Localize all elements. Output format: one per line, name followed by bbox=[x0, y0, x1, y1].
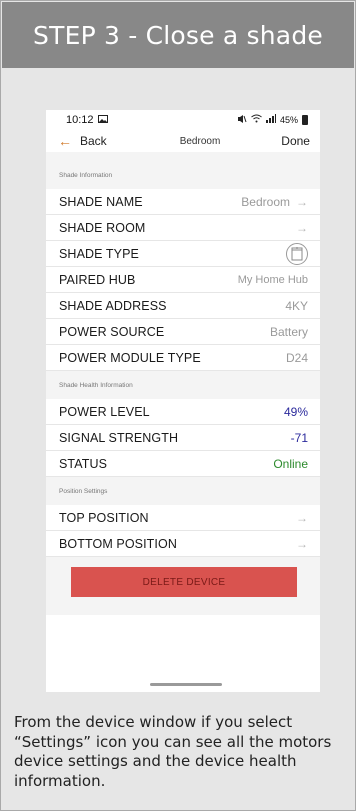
signal-icon bbox=[265, 114, 276, 126]
row-paired-hub: PAIRED HUB My Home Hub bbox=[46, 267, 320, 293]
section-shade-information: Shade Information bbox=[46, 161, 320, 189]
shade-type-icon[interactable] bbox=[286, 242, 308, 265]
arrow-right-icon: → bbox=[296, 194, 308, 209]
row-power-level: POWER LEVEL 49% bbox=[46, 399, 320, 425]
back-label: Back bbox=[80, 134, 107, 148]
row-shade-address: SHADE ADDRESS 4KY bbox=[46, 293, 320, 319]
row-value: -71 bbox=[290, 430, 308, 445]
mute-icon bbox=[237, 114, 247, 127]
row-bottom-position[interactable]: BOTTOM POSITION → bbox=[46, 531, 320, 557]
status-time: 10:12 bbox=[66, 114, 94, 126]
row-value: Bedroom bbox=[241, 194, 290, 209]
row-label: SIGNAL STRENGTH bbox=[59, 430, 179, 445]
row-label: POWER SOURCE bbox=[59, 324, 165, 339]
nav-bar: ← Back Bedroom Done bbox=[46, 130, 320, 152]
arrow-right-icon: → bbox=[296, 536, 308, 551]
status-badge: Online bbox=[273, 456, 308, 471]
row-value: 4KY bbox=[285, 298, 308, 313]
row-label: SHADE NAME bbox=[59, 194, 143, 209]
delete-device-button[interactable]: DELETE DEVICE bbox=[71, 567, 297, 597]
section-shade-health: Shade Health Information bbox=[46, 371, 320, 399]
image-icon bbox=[97, 114, 108, 126]
row-value: Battery bbox=[269, 324, 308, 339]
row-label: PAIRED HUB bbox=[59, 272, 136, 287]
row-label: SHADE ROOM bbox=[59, 220, 146, 235]
row-signal-strength: SIGNAL STRENGTH -71 bbox=[46, 425, 320, 451]
arrow-right-icon: → bbox=[296, 510, 308, 525]
row-label: STATUS bbox=[59, 456, 108, 471]
nav-title: Bedroom bbox=[179, 135, 221, 147]
back-arrow-icon: ← bbox=[58, 133, 72, 149]
row-label: SHADE TYPE bbox=[59, 246, 139, 261]
done-button[interactable]: Done bbox=[281, 134, 310, 148]
row-label: SHADE ADDRESS bbox=[59, 298, 167, 313]
wifi-icon bbox=[251, 114, 262, 126]
row-value: My Home Hub bbox=[237, 273, 308, 286]
step-title: STEP 3 - Close a shade bbox=[2, 2, 354, 68]
row-label: POWER MODULE TYPE bbox=[59, 350, 201, 365]
row-value: D24 bbox=[285, 350, 308, 365]
home-indicator[interactable] bbox=[150, 683, 222, 686]
arrow-right-icon: → bbox=[296, 220, 308, 235]
row-shade-name[interactable]: SHADE NAME Bedroom → bbox=[46, 189, 320, 215]
delete-section: DELETE DEVICE bbox=[46, 557, 320, 615]
spacer bbox=[46, 152, 320, 161]
row-status: STATUS Online bbox=[46, 451, 320, 477]
status-bar: 10:12 45% bbox=[46, 110, 320, 130]
row-power-source: POWER SOURCE Battery bbox=[46, 319, 320, 345]
row-value: 49% bbox=[283, 404, 308, 419]
row-top-position[interactable]: TOP POSITION → bbox=[46, 505, 320, 531]
row-shade-type[interactable]: SHADE TYPE bbox=[46, 241, 320, 267]
row-label: BOTTOM POSITION bbox=[59, 536, 177, 551]
phone-screenshot: 10:12 45% ← Back Bedroom Done Shade Info… bbox=[46, 110, 320, 692]
battery-icon bbox=[302, 115, 308, 125]
back-button[interactable]: ← Back bbox=[58, 133, 107, 149]
row-label: TOP POSITION bbox=[59, 510, 149, 525]
tutorial-card: STEP 3 - Close a shade 10:12 45% ← Back … bbox=[0, 0, 356, 811]
row-power-module-type: POWER MODULE TYPE D24 bbox=[46, 345, 320, 371]
caption-text: From the device window if you select “Se… bbox=[14, 713, 332, 790]
battery-percent: 45% bbox=[279, 115, 298, 125]
section-position-settings: Position Settings bbox=[46, 477, 320, 505]
row-label: POWER LEVEL bbox=[59, 404, 150, 419]
row-shade-room[interactable]: SHADE ROOM → bbox=[46, 215, 320, 241]
